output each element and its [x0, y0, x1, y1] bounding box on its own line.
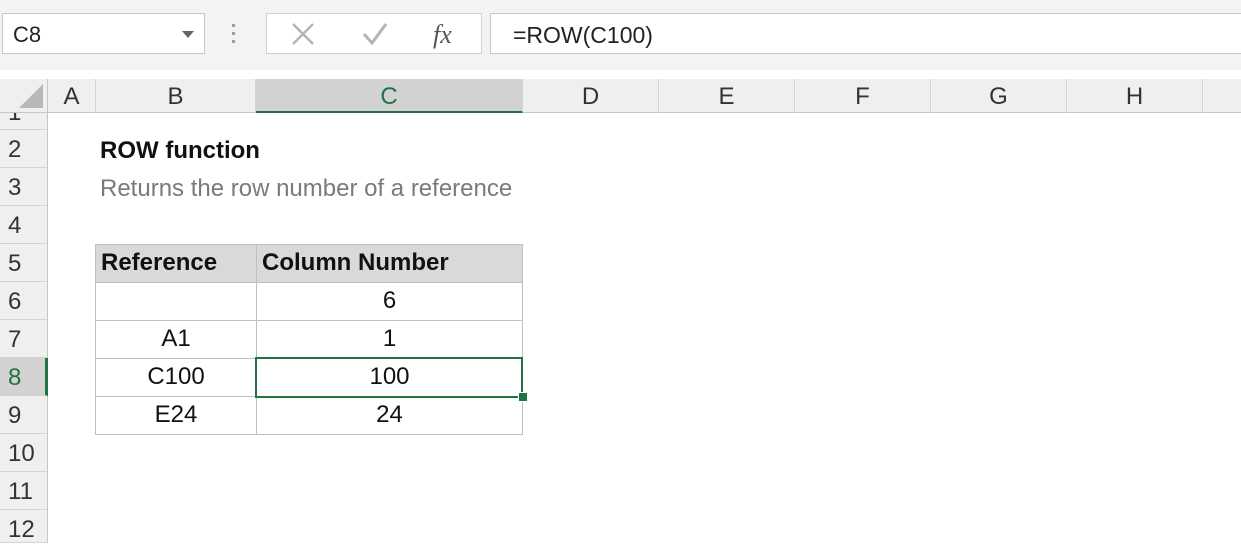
row-header-3[interactable]: 3	[0, 168, 48, 206]
row-header-12[interactable]: 12	[0, 510, 48, 543]
table-cell-value[interactable]: 1	[256, 320, 523, 359]
row-header-6[interactable]: 6	[0, 282, 48, 320]
cancel-icon[interactable]	[283, 16, 323, 52]
row-header-8[interactable]: 8	[0, 358, 48, 396]
column-header-b[interactable]: B	[96, 79, 256, 113]
chevron-down-icon[interactable]	[182, 31, 194, 38]
row-header-10[interactable]: 10	[0, 434, 48, 472]
header-column-number[interactable]: Column Number	[256, 244, 523, 283]
column-header-f[interactable]: F	[795, 79, 931, 113]
formula-input[interactable]: =ROW(C100)	[490, 13, 1241, 54]
enter-icon[interactable]	[355, 16, 395, 52]
table-cell-reference[interactable]	[95, 282, 257, 321]
select-all-button[interactable]	[0, 79, 48, 113]
table-cell-reference[interactable]: C100	[95, 358, 257, 397]
grip-icon[interactable]	[232, 24, 236, 46]
formula-buttons: fx	[266, 13, 482, 54]
row-header-7[interactable]: 7	[0, 320, 48, 358]
row-header-9[interactable]: 9	[0, 396, 48, 434]
column-header-e[interactable]: E	[659, 79, 795, 113]
fx-icon[interactable]: fx	[427, 16, 467, 52]
table-cell-reference[interactable]: E24	[95, 396, 257, 435]
table-cell-value[interactable]: 24	[256, 396, 523, 435]
row-header-4[interactable]: 4	[0, 206, 48, 244]
table-cell-value[interactable]: 6	[256, 282, 523, 321]
column-header-h[interactable]: H	[1067, 79, 1203, 113]
column-header-a[interactable]: A	[48, 79, 96, 113]
name-box-value: C8	[13, 22, 42, 47]
row-header-1[interactable]: 1	[0, 113, 48, 130]
formula-bar-area: C8 fx =ROW(C100)	[0, 0, 1241, 70]
table-cell-reference[interactable]: A1	[95, 320, 257, 359]
sheet-subtitle[interactable]: Returns the row number of a reference	[100, 175, 512, 203]
header-reference[interactable]: Reference	[95, 244, 257, 283]
row-header-2[interactable]: 2	[0, 130, 48, 168]
row-header-11[interactable]: 11	[0, 472, 48, 510]
fill-handle[interactable]	[518, 392, 528, 402]
sheet-title[interactable]: ROW function	[100, 137, 260, 165]
active-cell-border	[255, 357, 523, 398]
column-header-g[interactable]: G	[931, 79, 1067, 113]
formula-text: =ROW(C100)	[513, 22, 653, 48]
column-header-i[interactable]	[1203, 79, 1241, 113]
column-header-d[interactable]: D	[523, 79, 659, 113]
name-box[interactable]: C8	[2, 13, 205, 54]
row-header-5[interactable]: 5	[0, 244, 48, 282]
column-header-c[interactable]: C	[256, 79, 523, 113]
svg-text:fx: fx	[433, 20, 452, 49]
